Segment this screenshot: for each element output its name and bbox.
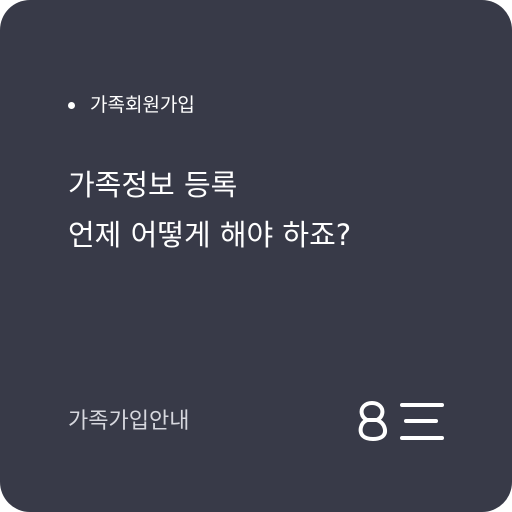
card-headline: 가족정보 등록 언제 어떻게 해야 하죠? bbox=[68, 160, 488, 260]
footer-label: 가족가입안내 bbox=[68, 409, 190, 434]
category-label: 가족회원가입 bbox=[68, 92, 195, 118]
brand-logo-icon bbox=[358, 401, 444, 441]
info-card[interactable]: 가족회원가입 가족정보 등록 언제 어떻게 해야 하죠? 가족가입안내 bbox=[0, 0, 512, 512]
category-text: 가족회원가입 bbox=[90, 94, 195, 116]
headline-line-2: 언제 어떻게 해야 하죠? bbox=[68, 218, 352, 252]
bullet-icon bbox=[68, 101, 75, 109]
headline-line-1: 가족정보 등록 bbox=[68, 168, 238, 202]
